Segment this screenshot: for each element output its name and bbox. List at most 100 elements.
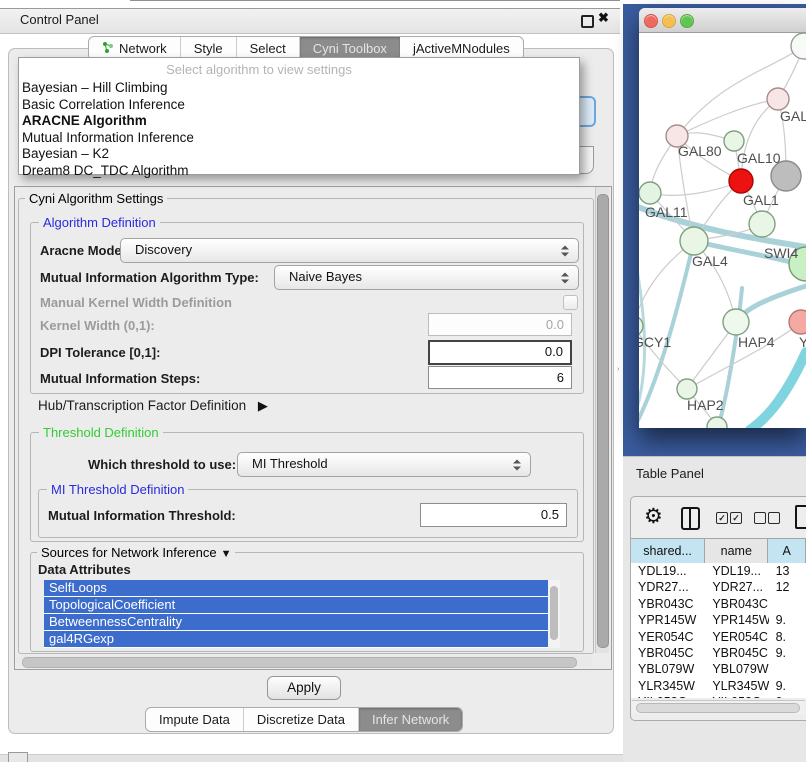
algorithm-option[interactable]: Mutual Information Inference bbox=[19, 130, 579, 147]
table-cell bbox=[769, 661, 806, 677]
table-row[interactable]: YBR043CYBR043C bbox=[631, 596, 806, 612]
mi-type-combo[interactable]: Naive Bayes bbox=[274, 265, 579, 290]
tab-discretize-data[interactable]: Discretize Data bbox=[244, 708, 359, 731]
algorithm-option[interactable]: Basic Correlation Inference bbox=[19, 97, 579, 114]
unchecked-box-icon[interactable] bbox=[754, 512, 766, 524]
float-icon[interactable] bbox=[581, 15, 594, 28]
network-icon bbox=[102, 41, 114, 57]
scrollbar-thumb[interactable] bbox=[550, 586, 558, 640]
document-icon[interactable] bbox=[795, 505, 806, 529]
checked-box-icon[interactable]: ✓ bbox=[730, 512, 742, 524]
checked-box-icon[interactable]: ✓ bbox=[716, 512, 728, 524]
algorithm-dropdown[interactable]: Select algorithm to view settings Bayesi… bbox=[18, 57, 580, 175]
network-window-titlebar[interactable] bbox=[639, 8, 806, 33]
table-row[interactable]: YDL19...YDL19...13 bbox=[631, 563, 806, 579]
tab-label: Discretize Data bbox=[257, 712, 345, 727]
table-cell: 12 bbox=[769, 579, 806, 595]
minimize-traffic-light-icon[interactable] bbox=[662, 14, 676, 28]
network-node[interactable] bbox=[707, 417, 727, 428]
table-cell: YIL052C bbox=[631, 694, 705, 698]
tab-impute-data[interactable]: Impute Data bbox=[146, 708, 244, 731]
table-cell: YDR27... bbox=[631, 579, 705, 595]
network-node[interactable] bbox=[677, 379, 697, 399]
network-edge[interactable] bbox=[750, 352, 806, 428]
algorithm-option[interactable]: Bayesian – Hill Climbing bbox=[19, 80, 579, 97]
table-row[interactable]: YIL052CYIL052C9 bbox=[631, 694, 806, 698]
mi-steps-label: Mutual Information Steps: bbox=[40, 371, 200, 386]
table-cell: YBR045C bbox=[631, 645, 705, 661]
data-attributes-label: Data Attributes bbox=[38, 562, 131, 577]
column-header[interactable]: name bbox=[705, 539, 768, 563]
settings-horizontal-scrollbar[interactable] bbox=[16, 655, 593, 667]
network-node[interactable] bbox=[791, 33, 806, 59]
table-horizontal-scrollbar[interactable] bbox=[632, 700, 805, 714]
table-row[interactable]: YBL079WYBL079W bbox=[631, 661, 806, 677]
table-cell: YBR045C bbox=[705, 645, 768, 661]
spinner-arrows-icon bbox=[561, 245, 569, 256]
settings-vertical-scrollbar[interactable] bbox=[595, 187, 609, 653]
which-threshold-combo[interactable]: MI Threshold bbox=[237, 452, 531, 477]
close-traffic-light-icon[interactable] bbox=[644, 14, 658, 28]
table-row[interactable]: YDR27...YDR27...12 bbox=[631, 579, 806, 595]
table-row[interactable]: YER054CYER054C8. bbox=[631, 629, 806, 645]
mi-threshold-input[interactable]: 0.5 bbox=[420, 503, 567, 527]
network-node[interactable] bbox=[789, 310, 806, 334]
dpi-tolerance-input[interactable]: 0.0 bbox=[428, 340, 572, 365]
tab-label: Cyni Toolbox bbox=[313, 41, 387, 56]
network-node[interactable] bbox=[724, 131, 744, 151]
hub-definition-toggle[interactable]: Hub/Transcription Factor Definition ▶ bbox=[38, 398, 268, 414]
table-row[interactable]: YBR045CYBR045C9. bbox=[631, 645, 806, 661]
node-label: SWI4 bbox=[764, 245, 798, 261]
close-icon[interactable]: ✖ bbox=[598, 10, 609, 26]
unchecked-box-icon[interactable] bbox=[768, 512, 780, 524]
kernel-width-input[interactable]: 0.0 bbox=[428, 313, 572, 336]
splitter-handle[interactable]: › bbox=[617, 366, 621, 373]
scrollbar-thumb[interactable] bbox=[636, 703, 800, 713]
network-node[interactable] bbox=[680, 227, 708, 255]
network-node[interactable] bbox=[729, 169, 753, 193]
cyni-settings-group-title: Cyni Algorithm Settings bbox=[25, 191, 167, 206]
network-node[interactable] bbox=[749, 211, 775, 237]
network-edge[interactable] bbox=[650, 181, 741, 195]
algorithm-option[interactable]: Bayesian – K2 bbox=[19, 146, 579, 163]
scrollbar-thumb[interactable] bbox=[597, 194, 609, 648]
column-header[interactable]: A bbox=[768, 539, 806, 563]
zoom-traffic-light-icon[interactable] bbox=[680, 14, 694, 28]
mi-type-value: Naive Bayes bbox=[289, 269, 362, 284]
scrollbar-thumb[interactable] bbox=[22, 657, 577, 668]
sources-group-title[interactable]: Sources for Network Inference▼ bbox=[37, 545, 235, 560]
table-row[interactable]: YLR345WYLR345W9. bbox=[631, 678, 806, 694]
network-edge[interactable] bbox=[677, 99, 778, 136]
mi-steps-input[interactable]: 6 bbox=[428, 366, 572, 389]
table-rows[interactable]: YDL19...YDL19...13YDR27...YDR27...12YBR0… bbox=[631, 563, 806, 698]
aracne-mode-combo[interactable]: Discovery bbox=[120, 238, 579, 263]
column-header[interactable]: shared... bbox=[631, 539, 705, 563]
gear-icon[interactable]: ⚙ bbox=[644, 504, 663, 529]
tab-label: Infer Network bbox=[372, 712, 449, 727]
table-cell: YBR043C bbox=[705, 596, 768, 612]
apply-button[interactable]: Apply bbox=[267, 676, 341, 700]
data-attribute-item[interactable]: BetweennessCentrality bbox=[44, 614, 548, 630]
screenshot-root: Control Panel ✖ Network Style Select C bbox=[0, 0, 806, 762]
minimized-panel-icon[interactable] bbox=[8, 752, 28, 762]
attributes-list-scrollbar[interactable] bbox=[548, 580, 560, 648]
data-attribute-item[interactable]: SelfLoops bbox=[44, 580, 548, 596]
network-node[interactable] bbox=[767, 88, 789, 110]
network-node[interactable] bbox=[723, 309, 749, 335]
algorithm-option[interactable]: ARACNE Algorithm bbox=[19, 113, 579, 130]
network-node[interactable] bbox=[639, 182, 661, 204]
data-attribute-item[interactable]: gal4RGexp bbox=[44, 631, 548, 647]
data-attributes-list[interactable]: SelfLoopsTopologicalCoefficientBetweenne… bbox=[44, 580, 548, 648]
manual-kernel-label: Manual Kernel Width Definition bbox=[40, 295, 232, 310]
network-edge[interactable] bbox=[639, 241, 694, 326]
algorithm-option[interactable]: Dream8 DC_TDC Algorithm bbox=[19, 163, 579, 180]
tab-infer-network[interactable]: Infer Network bbox=[359, 708, 462, 731]
network-canvas[interactable]: GAL80GAL10GALGAL1GAL11SWI4GAL4GCY1HAP4YH… bbox=[639, 32, 806, 428]
bottom-tabbar: Impute Data Discretize Data Infer Networ… bbox=[145, 707, 463, 732]
table-cell: 9. bbox=[769, 678, 806, 694]
columns-icon[interactable] bbox=[681, 507, 700, 530]
manual-kernel-checkbox[interactable] bbox=[563, 295, 578, 310]
data-attribute-item[interactable]: TopologicalCoefficient bbox=[44, 597, 548, 613]
table-cell: 9. bbox=[769, 645, 806, 661]
table-row[interactable]: YPR145WYPR145W9. bbox=[631, 612, 806, 628]
